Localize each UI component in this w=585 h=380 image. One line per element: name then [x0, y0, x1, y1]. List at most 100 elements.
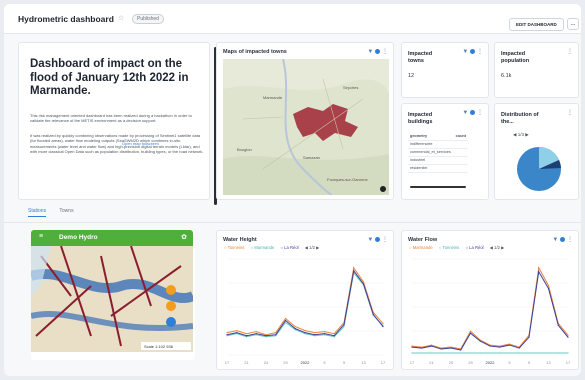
data-point: [518, 347, 520, 349]
settings-icon[interactable]: ✿: [181, 233, 187, 241]
data-point: [382, 322, 384, 325]
info-icon[interactable]: [470, 48, 476, 54]
data-point: [411, 352, 413, 354]
menu-icon[interactable]: ≡: [39, 233, 43, 240]
series-line-0: [411, 266, 569, 350]
x-tick-label: 17: [381, 360, 386, 365]
water-height-tools[interactable]: ▼ ⋮: [367, 236, 388, 243]
data-point: [255, 333, 257, 335]
data-point: [528, 336, 530, 338]
impacted-towns-map[interactable]: Marmande Bouglon Seyches Samazan Fourque…: [223, 59, 389, 195]
tab-stations[interactable]: Stations: [28, 208, 47, 217]
water-height-chart[interactable]: 17 21 24 29 2022 5 9 13 17: [221, 253, 391, 367]
data-point: [236, 332, 238, 334]
data-point: [284, 319, 287, 322]
data-point: [265, 335, 267, 337]
data-point: [508, 344, 511, 346]
buildings-table-header: geometry count: [408, 134, 468, 141]
series-line-1: [226, 271, 384, 338]
legend-item[interactable]: ○ La Réol: [465, 245, 483, 250]
legend-label: Tonneins: [442, 245, 460, 250]
table-row: commercial_et_services: [408, 150, 468, 157]
info-icon[interactable]: [375, 236, 381, 242]
data-point: [333, 335, 335, 337]
data-point: [460, 352, 462, 354]
kpi-impacted-towns-label: Impacted towns: [408, 51, 433, 64]
hydro-map-header: ≡ Demo Hydro ✿: [31, 230, 193, 246]
hydro-map[interactable]: Scale 1:102 936: [31, 246, 193, 352]
water-flow-title: Water Flow: [408, 237, 438, 243]
table-scrollbar[interactable]: [410, 186, 466, 188]
legend-item[interactable]: ○ Tonneins: [224, 245, 244, 250]
table-row: indifferenciée: [408, 142, 468, 149]
page-title: Hydrometric dashboard: [18, 14, 114, 24]
x-tick-label: 17: [410, 360, 415, 365]
data-point: [245, 333, 248, 335]
legend-item[interactable]: ○ Marmande: [251, 245, 275, 250]
station-tabs: Stations Towns: [28, 208, 86, 217]
tab-towns[interactable]: Towns: [59, 208, 73, 214]
buildings-tools[interactable]: ▼ ⋮: [462, 109, 483, 116]
zoom-out-button[interactable]: [166, 301, 176, 311]
legend-label: Marmande: [412, 245, 433, 250]
open-map-fullscreen-link[interactable]: Open map fullscreen: [122, 141, 159, 146]
legend-pager[interactable]: ◀ 1/2 ▶: [490, 245, 505, 250]
x-tick-label: 2022: [486, 360, 496, 365]
kpi-impacted-towns-value: 12: [408, 73, 415, 79]
data-point: [372, 313, 374, 316]
legend-item[interactable]: ○ Marmande: [409, 245, 433, 250]
data-point: [226, 332, 228, 334]
map-card-tools[interactable]: ▼ ⋮: [367, 48, 388, 55]
hydro-map-title: Demo Hydro: [59, 234, 98, 241]
x-tick-label: 29: [468, 360, 473, 365]
data-point: [469, 332, 472, 334]
kpi-towns-tools[interactable]: ▼ ⋮: [462, 48, 483, 55]
water-flow-chart[interactable]: 17 21 25 29 2022 5 9 13 17: [406, 253, 576, 367]
info-icon[interactable]: [470, 109, 476, 115]
data-point: [489, 345, 491, 347]
x-tick-label: 5: [508, 360, 511, 365]
distribution-donut[interactable]: [511, 142, 567, 196]
data-point: [275, 334, 277, 336]
data-point: [245, 335, 248, 337]
data-point: [284, 317, 287, 320]
legend-item[interactable]: ○ La Réol: [280, 245, 298, 250]
intro-card: Dashboard of impact on the flood of Janu…: [18, 42, 217, 205]
x-tick-label: 2022: [301, 360, 311, 365]
data-point: [226, 334, 228, 336]
kpi-impacted-towns-card: Impacted towns ▼ ⋮ 12: [401, 42, 489, 98]
impacted-buildings-card: Impacted buildings ▼ ⋮ geometry count ind…: [401, 103, 489, 200]
data-point: [567, 334, 569, 336]
data-point: [479, 340, 481, 342]
intro-paragraph-2: It was realized by quickly combining obs…: [30, 133, 204, 155]
data-point: [411, 346, 413, 348]
data-point: [236, 330, 238, 332]
map-terrain-south: [223, 154, 389, 195]
data-point: [323, 333, 326, 335]
data-point: [304, 330, 306, 332]
distribution-card: Distribution of the... ⋮ ◀ 1/3 ▶: [494, 103, 579, 200]
data-point: [547, 352, 550, 354]
legend-label: La Réol: [284, 245, 299, 250]
favorite-star-icon[interactable]: ☆: [118, 14, 124, 22]
edit-dashboard-button[interactable]: EDIT DASHBOARD: [509, 18, 564, 31]
legend-item[interactable]: ○ Tonneins: [439, 245, 459, 250]
water-flow-tools[interactable]: ▼ ⋮: [552, 236, 573, 243]
locate-button[interactable]: [166, 317, 176, 327]
x-tick-label: 21: [429, 360, 434, 365]
distribution-pager[interactable]: ◀ 1/3 ▶: [513, 132, 529, 138]
data-point: [557, 352, 559, 354]
kpi-population-tools[interactable]: ⋮: [567, 48, 573, 55]
info-icon[interactable]: [375, 48, 381, 54]
data-point: [255, 331, 257, 333]
distribution-pager-text: 1/3: [517, 132, 524, 137]
map-attribution-icon[interactable]: [380, 186, 386, 192]
legend-pager-text: 1/2: [494, 245, 500, 250]
legend-pager[interactable]: ◀ 1/2 ▶: [305, 245, 320, 250]
distribution-tools[interactable]: ⋮: [567, 109, 573, 116]
zoom-in-button[interactable]: [166, 285, 176, 295]
data-point: [284, 321, 287, 324]
map-label-fourques: Fourques-sur-Garonne: [327, 177, 368, 182]
more-options-button[interactable]: ...: [567, 18, 579, 30]
info-icon[interactable]: [560, 236, 566, 242]
